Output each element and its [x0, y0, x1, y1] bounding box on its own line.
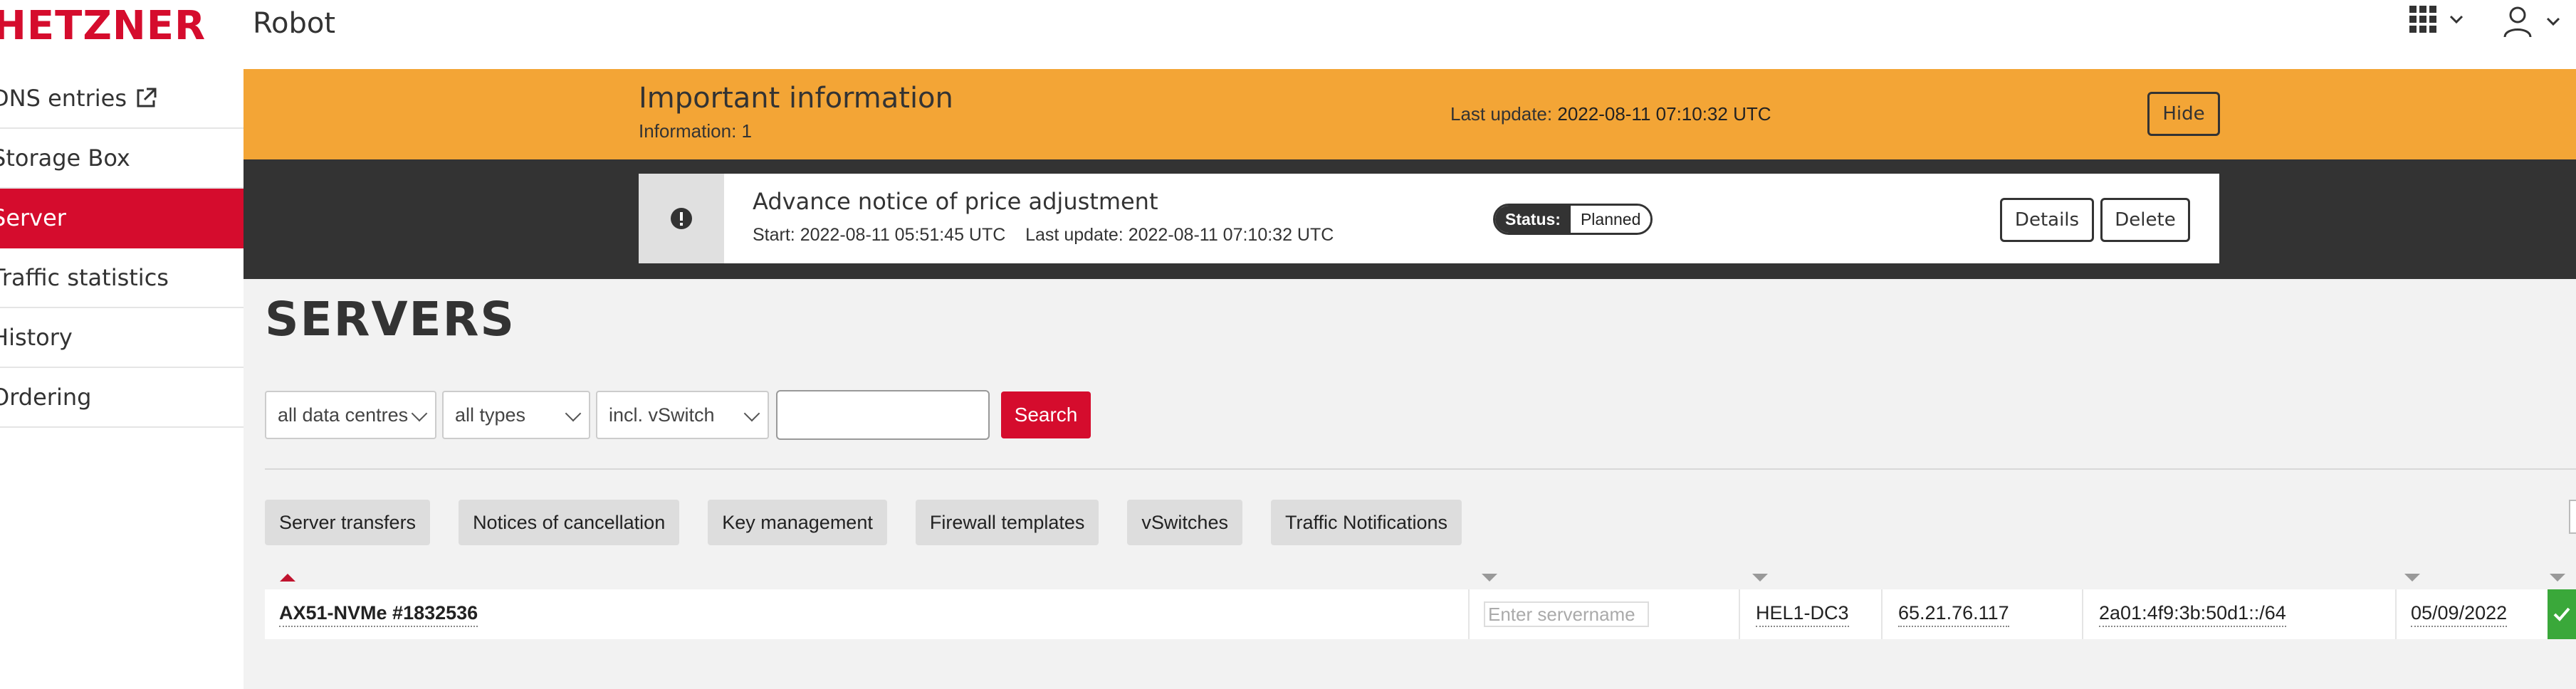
last-update-label: Last update:	[1450, 103, 1553, 125]
notice-start-label: Start:	[753, 225, 795, 245]
last-update-value: 2022-08-11 07:10:32 UTC	[1557, 103, 1771, 125]
sidebar-item-history[interactable]: History	[0, 308, 244, 368]
datacenter-cell: HEL1-DC3	[1739, 589, 1881, 639]
date-cell: 05/09/2022	[2395, 589, 2548, 639]
grid-icon	[2409, 6, 2436, 33]
ipv6-cell: 2a01:4f9:3b:50d1::/64	[2082, 589, 2395, 639]
table-row[interactable]: AX51-NVMe #1832536 Enter servername HEL1…	[265, 589, 2576, 639]
exclamation-circle-icon	[671, 208, 692, 229]
status-value: Planned	[1570, 206, 1651, 233]
important-info-bar: Important information Information: 1 Las…	[244, 69, 2576, 159]
info-last-update: Last update: 2022-08-11 07:10:32 UTC	[1450, 103, 1771, 125]
type-select[interactable]: all types	[442, 391, 590, 439]
datacenter-select-value: all data centres	[278, 404, 409, 426]
server-filters: all data centres all types incl. vSwitch…	[265, 390, 1091, 440]
sidebar-item-label: Server	[0, 204, 66, 231]
status-ok-indicator	[2548, 589, 2576, 639]
server-action-tabs: Server transfers Notices of cancellation…	[265, 500, 1462, 545]
sidebar-item-label: Traffic statistics	[0, 264, 169, 291]
date-value: 05/09/2022	[2411, 602, 2508, 627]
sidebar-item-label: DNS entries	[0, 85, 127, 112]
notice-start-value: 2022-08-11 05:51:45 UTC	[800, 225, 1006, 245]
user-icon	[2503, 6, 2532, 38]
sidebar: DNS entries Storage Box Server Traffic s…	[0, 69, 244, 689]
notices-of-cancellation-button[interactable]: Notices of cancellation	[459, 500, 680, 545]
app-name: Robot	[253, 7, 336, 40]
sort-desc-icon[interactable]	[2550, 574, 2565, 582]
datacenter-value: HEL1-DC3	[1756, 602, 1849, 627]
sidebar-item-ordering[interactable]: Ordering	[0, 368, 244, 428]
traffic-notifications-button[interactable]: Traffic Notifications	[1270, 500, 1462, 545]
sidebar-item-label: Storage Box	[0, 144, 130, 172]
sidebar-item-dns-entries[interactable]: DNS entries	[0, 69, 244, 129]
notice-meta: Start: 2022-08-11 05:51:45 UTC Last upda…	[753, 225, 1334, 246]
sidebar-item-server[interactable]: Server	[0, 189, 244, 248]
info-count-value: 1	[741, 120, 752, 142]
sort-desc-icon[interactable]	[2404, 574, 2420, 582]
status-badge: Status: Planned	[1493, 204, 1653, 235]
notice-strip: Advance notice of price adjustment Start…	[244, 159, 2576, 279]
server-product-link[interactable]: AX51-NVMe #1832536	[279, 602, 478, 627]
hetzner-logo[interactable]: HETZNER	[0, 3, 206, 49]
sort-asc-icon[interactable]	[280, 574, 295, 582]
sort-desc-icon[interactable]	[1482, 574, 1497, 582]
external-link-icon	[137, 88, 157, 107]
sidebar-item-traffic-statistics[interactable]: Traffic statistics	[0, 248, 244, 308]
chevron-down-icon	[743, 405, 760, 422]
notice-title: Advance notice of price adjustment	[753, 188, 1158, 215]
check-icon	[2553, 607, 2570, 621]
notice-icon-box	[639, 174, 724, 263]
info-count: Information: 1	[639, 120, 752, 142]
status-label: Status:	[1495, 206, 1571, 233]
type-select-value: all types	[455, 404, 526, 426]
servername-input[interactable]: Enter servername	[1484, 601, 1649, 627]
hide-button[interactable]: Hide	[2147, 92, 2220, 136]
key-management-button[interactable]: Key management	[708, 500, 887, 545]
firewall-templates-button[interactable]: Firewall templates	[915, 500, 1099, 545]
divider	[265, 468, 2576, 470]
ipv6-value[interactable]: 2a01:4f9:3b:50d1::/64	[2099, 602, 2286, 627]
chevron-down-icon	[411, 405, 428, 422]
search-button[interactable]: Search	[1001, 391, 1091, 438]
vswitch-select-value: incl. vSwitch	[609, 404, 715, 426]
chevron-down-icon	[2449, 15, 2464, 24]
page-title: SERVERS	[265, 292, 515, 347]
ipv4-cell: 65.21.76.117	[1881, 589, 2082, 639]
delete-button[interactable]: Delete	[2100, 198, 2190, 242]
user-menu-button[interactable]	[2501, 4, 2562, 38]
info-title: Important information	[639, 82, 953, 115]
select-all-checkbox[interactable]	[2569, 500, 2576, 534]
apps-menu-button[interactable]	[2408, 4, 2465, 34]
ipv4-value[interactable]: 65.21.76.117	[1898, 602, 2009, 627]
vswitch-select[interactable]: incl. vSwitch	[596, 391, 769, 439]
chevron-down-icon	[2546, 17, 2560, 26]
sidebar-item-label: History	[0, 324, 73, 351]
vswitches-button[interactable]: vSwitches	[1127, 500, 1242, 545]
servername-cell: Enter servername	[1468, 589, 1739, 639]
sidebar-item-storage-box[interactable]: Storage Box	[0, 129, 244, 189]
sort-desc-icon[interactable]	[1752, 574, 1768, 582]
chevron-down-icon	[565, 405, 582, 422]
notice-update-label: Last update:	[1025, 225, 1124, 245]
notice-update-value: 2022-08-11 07:10:32 UTC	[1128, 225, 1334, 245]
info-count-label: Information:	[639, 120, 737, 142]
sidebar-item-label: Ordering	[0, 384, 92, 411]
datacenter-select[interactable]: all data centres	[265, 391, 436, 439]
server-product-cell: AX51-NVMe #1832536	[279, 589, 1468, 639]
search-input[interactable]	[776, 390, 990, 440]
server-transfers-button[interactable]: Server transfers	[265, 500, 431, 545]
notice-card: Advance notice of price adjustment Start…	[639, 174, 2219, 263]
details-button[interactable]: Details	[2000, 198, 2094, 242]
top-header: HETZNER Robot	[0, 0, 2576, 69]
